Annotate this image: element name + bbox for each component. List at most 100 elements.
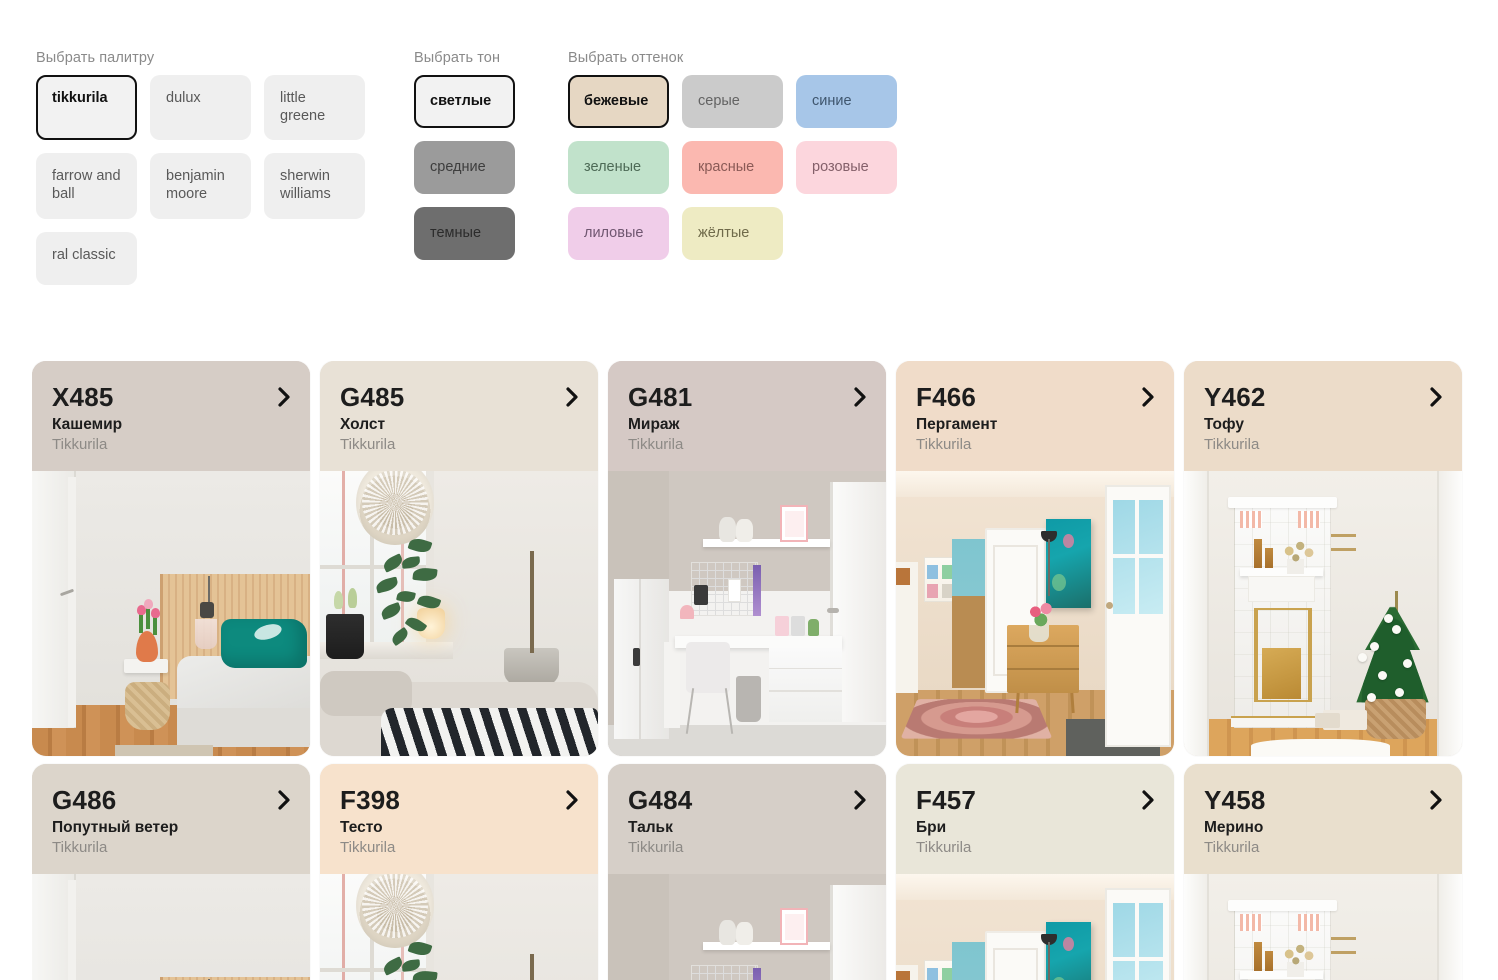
color-code: G485 — [340, 382, 405, 412]
color-brand: Tikkurila — [1204, 436, 1260, 454]
shade-chip-label: бежевые — [584, 92, 649, 109]
interior-photo — [320, 874, 598, 980]
color-card-g486[interactable]: G486 Попутный ветер Tikkurila — [32, 764, 310, 980]
color-card-header: Y462 Тофу Tikkurila — [1184, 361, 1462, 471]
palette-chip-dulux[interactable]: dulux — [150, 75, 251, 141]
interior-photo — [896, 874, 1174, 980]
color-card-header: F457 Бри Tikkurila — [896, 764, 1174, 874]
shade-chip-list: бежевые серые синие зеленые красные розовые ли… — [568, 75, 918, 273]
color-code: F466 — [916, 382, 977, 412]
color-card-header: X485 Кашемир Tikkurila — [32, 361, 310, 471]
shade-chip-label: красные — [698, 158, 755, 175]
palette-chip-sherwin-williams[interactable]: sherwin williams — [264, 153, 365, 219]
shade-chip-розовые[interactable]: розовые — [796, 141, 897, 194]
color-card-f398[interactable]: F398 Тесто Tikkurila — [320, 764, 598, 980]
tone-chip-темные[interactable]: темные — [414, 207, 515, 260]
color-code: G481 — [628, 382, 693, 412]
chevron-right-icon[interactable] — [853, 790, 867, 810]
color-card-g484[interactable]: G484 Тальк Tikkurila — [608, 764, 886, 980]
shade-chip-бежевые[interactable]: бежевые — [568, 75, 669, 128]
chevron-right-icon[interactable] — [565, 790, 579, 810]
chevron-right-icon[interactable] — [277, 387, 291, 407]
interior-photo — [608, 874, 886, 980]
color-brand: Tikkurila — [52, 436, 108, 454]
palette-chip-benjamin-moore[interactable]: benjamin moore — [150, 153, 251, 219]
palette-chip-label: benjamin moore — [166, 168, 225, 203]
shade-chip-лиловые[interactable]: лиловые — [568, 207, 669, 260]
chevron-right-icon[interactable] — [853, 387, 867, 407]
color-card-x485[interactable]: X485 Кашемир Tikkurila — [32, 361, 310, 756]
chevron-right-icon[interactable] — [1141, 790, 1155, 810]
interior-photo — [32, 471, 310, 756]
color-brand: Tikkurila — [628, 839, 684, 857]
tone-chip-светлые[interactable]: светлые — [414, 75, 515, 128]
palette-chip-little-greene[interactable]: little greene — [264, 75, 365, 141]
color-card-header: G486 Попутный ветер Tikkurila — [32, 764, 310, 874]
chevron-right-icon[interactable] — [1429, 790, 1443, 810]
tone-chip-label: светлые — [430, 92, 492, 109]
shade-chip-зеленые[interactable]: зеленые — [568, 141, 669, 194]
color-code: F398 — [340, 785, 401, 815]
palette-chip-tikkurila[interactable]: tikkurila — [36, 75, 137, 141]
shade-filter-group: Выбрать оттенок бежевые серые синие зеленые… — [568, 50, 918, 273]
color-card-header: Y458 Мерино Tikkurila — [1184, 764, 1462, 874]
ornament — [1394, 687, 1404, 697]
color-name: Мерино — [1204, 819, 1264, 837]
color-name: Мираж — [628, 416, 680, 434]
shade-chip-label: лиловые — [584, 224, 644, 241]
color-card-f466[interactable]: F466 Пергамент Tikkurila — [896, 361, 1174, 756]
shade-chip-синие[interactable]: синие — [796, 75, 897, 128]
color-brand: Tikkurila — [916, 839, 972, 857]
interior-photo — [1184, 471, 1462, 756]
color-brand: Tikkurila — [916, 436, 972, 454]
shade-chip-label: розовые — [812, 158, 869, 175]
color-name: Кашемир — [52, 416, 123, 434]
color-card-g481[interactable]: G481 Мираж Tikkurila — [608, 361, 886, 756]
interior-photo — [32, 874, 310, 980]
shade-chip-красные[interactable]: красные — [682, 141, 783, 194]
color-code: Y458 — [1204, 785, 1266, 815]
shade-chip-серые[interactable]: серые — [682, 75, 783, 128]
palette-chip-ral-classic[interactable]: ral classic — [36, 231, 137, 285]
palette-filter-label: Выбрать палитру — [36, 50, 155, 66]
ornament — [1383, 613, 1393, 623]
ornament — [1369, 642, 1379, 651]
tone-chip-средние[interactable]: средние — [414, 141, 515, 194]
interior-photo — [1184, 874, 1462, 980]
color-code: X485 — [52, 382, 114, 412]
chevron-right-icon[interactable] — [1141, 387, 1155, 407]
color-code: G484 — [628, 785, 693, 815]
color-card-header: F398 Тесто Tikkurila — [320, 764, 598, 874]
chevron-right-icon[interactable] — [277, 790, 291, 810]
palette-chip-farrow-and-ball[interactable]: farrow and ball — [36, 153, 137, 219]
shade-chip-label: жёлтые — [698, 224, 750, 241]
chevron-right-icon[interactable] — [565, 387, 579, 407]
tone-chip-label: темные — [430, 224, 482, 241]
chevron-right-icon[interactable] — [1429, 387, 1443, 407]
color-code: F457 — [916, 785, 977, 815]
color-brand: Tikkurila — [340, 839, 396, 857]
color-card-f457[interactable]: F457 Бри Tikkurila — [896, 764, 1174, 980]
palette-chip-label: farrow and ball — [52, 168, 121, 203]
palette-chip-label: sherwin williams — [280, 168, 331, 203]
color-card-header: F466 Пергамент Tikkurila — [896, 361, 1174, 471]
color-card-grid: X485 Кашемир Tikkurila G485 Холст Tikkurila G4… — [32, 361, 1470, 980]
color-name: Тофу — [1204, 416, 1244, 434]
color-card-y458[interactable]: Y458 Мерино Tikkurila — [1184, 764, 1462, 980]
color-card-header: G485 Холст Tikkurila — [320, 361, 598, 471]
color-name: Пергамент — [916, 416, 998, 434]
color-card-g485[interactable]: G485 Холст Tikkurila — [320, 361, 598, 756]
color-card-y462[interactable]: Y462 Тофу Tikkurila — [1184, 361, 1462, 756]
palette-chip-label: little greene — [280, 90, 326, 124]
color-card-header: G484 Тальк Tikkurila — [608, 764, 886, 874]
color-code: G486 — [52, 785, 117, 815]
shade-chip-label: серые — [698, 92, 740, 109]
color-code: Y462 — [1204, 382, 1266, 412]
ornament — [1377, 670, 1387, 680]
interior-photo — [896, 471, 1174, 756]
color-brand: Tikkurila — [1204, 839, 1260, 857]
shade-chip-жёлтые[interactable]: жёлтые — [682, 207, 783, 260]
color-card-header: G481 Мираж Tikkurila — [608, 361, 886, 471]
interior-photo — [608, 471, 886, 756]
ornament — [1402, 659, 1412, 669]
